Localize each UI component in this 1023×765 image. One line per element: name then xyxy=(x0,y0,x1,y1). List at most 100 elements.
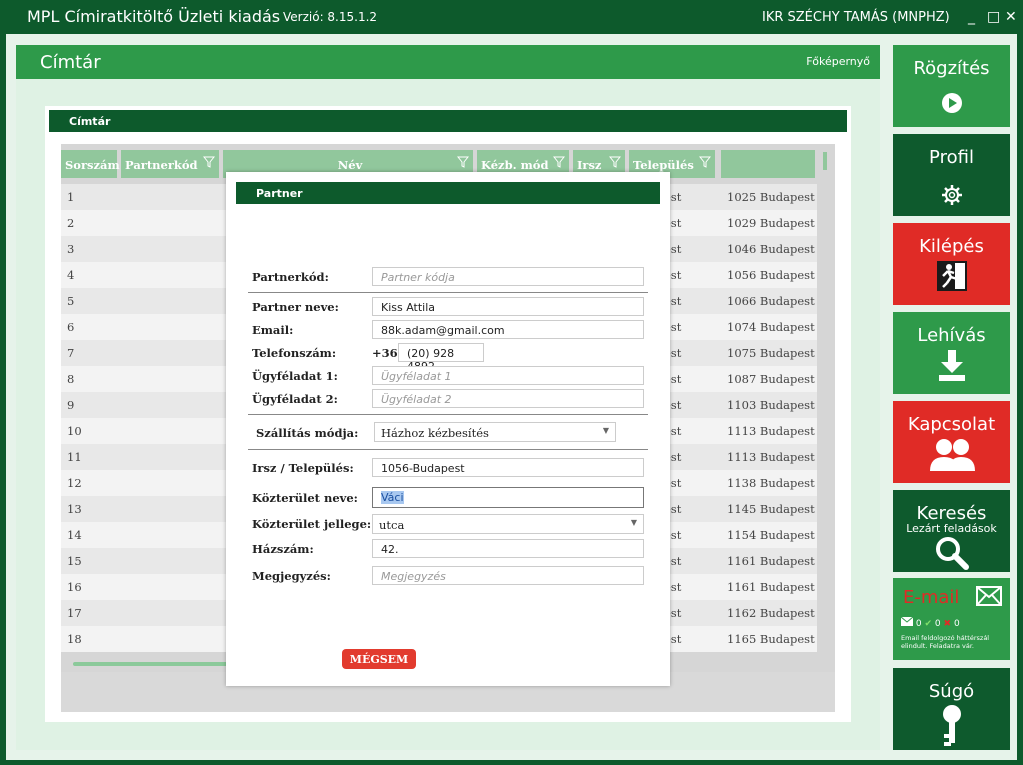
check-icon: ✔ xyxy=(924,619,933,629)
profil-label: Profil xyxy=(929,147,974,168)
row-number: 8 xyxy=(67,372,75,386)
kozterulet-neve-input[interactable]: Váci xyxy=(372,487,644,508)
kozterulet-neve-label: Közterület neve: xyxy=(252,491,358,505)
row-number: 18 xyxy=(67,632,82,646)
contacts-icon xyxy=(893,437,1010,477)
partnerkod-input[interactable]: Partner kódja xyxy=(372,267,644,286)
column-header-sorszam[interactable]: Sorszám xyxy=(61,150,120,178)
row-number: 10 xyxy=(67,424,82,438)
email-button[interactable]: E-mail 0 ✔ 0 ✖ 0 Email feldolgozó háttér… xyxy=(893,578,1010,660)
filter-icon[interactable] xyxy=(698,156,712,168)
chevron-down-icon: ▼ xyxy=(630,518,637,527)
hazszam-input[interactable]: 42. xyxy=(372,539,644,558)
szallitas-label: Szállítás módja: xyxy=(256,426,359,440)
row-address: 1074 Budapest E xyxy=(727,320,817,334)
ugyfeladat2-input[interactable]: Ügyféladat 2 xyxy=(372,389,644,408)
download-icon xyxy=(893,348,1010,386)
email-count-success: 0 xyxy=(934,619,941,629)
partnerkod-label: Partnerkód: xyxy=(252,270,329,284)
divider xyxy=(248,449,648,450)
rogzites-button[interactable]: Rögzítés xyxy=(893,45,1010,127)
row-address: 1046 Budapest 1: xyxy=(727,242,817,256)
row-address: 1138 Budapest L xyxy=(727,476,817,490)
megjegyzes-input[interactable]: Megjegyzés xyxy=(372,566,644,585)
row-address: 1161 Budapest N xyxy=(727,580,817,594)
filter-icon[interactable] xyxy=(552,156,566,168)
email-counts: 0 ✔ 0 ✖ 0 xyxy=(900,616,960,629)
kozterulet-jellege-label: Közterület jellege: xyxy=(252,517,372,531)
row-address: 1145 Budapest T xyxy=(727,502,817,516)
filter-icon[interactable] xyxy=(608,156,622,168)
email-count-waiting: 0 xyxy=(915,619,922,629)
ugyfeladat1-label: Ügyféladat 1: xyxy=(252,369,338,383)
column-header-partnerkod[interactable]: Partnerkód xyxy=(121,150,219,178)
sugo-button[interactable]: Súgó xyxy=(893,668,1010,750)
rogzites-label: Rögzítés xyxy=(913,58,990,79)
page-title: Címtár xyxy=(40,52,101,73)
sugo-label: Súgó xyxy=(928,681,975,702)
maximize-button[interactable]: □ xyxy=(987,9,1000,25)
profil-button[interactable]: Profil xyxy=(893,134,1010,216)
row-number: 3 xyxy=(67,242,75,256)
kereses-label: Keresés xyxy=(916,503,987,524)
close-window-button[interactable]: ✕ xyxy=(1005,9,1017,25)
user-label: IKR SZÉCHY TAMÁS (MNPHZ) xyxy=(762,10,950,25)
email-label: Email: xyxy=(252,323,294,337)
row-number: 16 xyxy=(67,580,82,594)
email-label: E-mail xyxy=(903,587,960,608)
ugyfeladat1-input[interactable]: Ügyféladat 1 xyxy=(372,366,644,385)
row-address: 1056 Budapest V xyxy=(727,268,817,282)
row-number: 11 xyxy=(67,450,82,464)
kapcsolat-label: Kapcsolat xyxy=(907,414,996,435)
row-address: 1113 Budapest B xyxy=(727,450,817,464)
minimize-button[interactable]: _ xyxy=(968,9,975,25)
szallitas-select[interactable]: Házhoz kézbesítés ▼ xyxy=(374,422,616,442)
ugyfeladat2-label: Ügyféladat 2: xyxy=(252,392,338,406)
row-number: 15 xyxy=(67,554,82,568)
lehivas-button[interactable]: Lehívás xyxy=(893,312,1010,394)
phone-input[interactable]: (20) 928 4892 xyxy=(398,343,484,373)
column-header-cim[interactable] xyxy=(721,150,815,178)
row-address: 1162 Budapest P xyxy=(727,606,817,620)
row-address: 1161 Budapest B xyxy=(727,554,817,568)
partner-neve-input[interactable]: Kiss Attila xyxy=(372,297,644,316)
vertical-scrollbar[interactable] xyxy=(823,152,827,170)
partner-neve-label: Partner neve: xyxy=(252,300,339,314)
row-number: 5 xyxy=(67,294,75,308)
row-number: 6 xyxy=(67,320,75,334)
row-address: 1165 Budapest B xyxy=(727,632,817,646)
gear-icon xyxy=(893,184,1010,210)
kozterulet-jellege-select[interactable]: utca ▼ xyxy=(372,514,644,534)
kilepes-button[interactable]: Kilépés xyxy=(893,223,1010,305)
filter-icon[interactable] xyxy=(456,156,470,168)
cancel-button[interactable]: MÉGSEM xyxy=(342,649,416,669)
row-number: 1 xyxy=(67,190,75,204)
row-address: 1029 Budapest S: xyxy=(727,216,817,230)
row-number: 2 xyxy=(67,216,75,230)
email-status-note: Email feldolgozó háttérszál elindult. Fe… xyxy=(901,634,990,650)
dialog-title: Partner xyxy=(236,182,660,204)
irsz-input[interactable]: 1056-Budapest xyxy=(372,458,644,477)
row-address: 1025 Budapest Z xyxy=(727,190,817,204)
row-number: 17 xyxy=(67,606,82,620)
help-icon xyxy=(893,704,1010,754)
megjegyzes-label: Megjegyzés: xyxy=(252,569,331,583)
home-link[interactable]: Főképernyő xyxy=(806,55,870,68)
title-bar: MPL Címiratkitöltő Üzleti kiadás Verzió:… xyxy=(0,0,1023,34)
row-number: 13 xyxy=(67,502,82,516)
kapcsolat-button[interactable]: Kapcsolat xyxy=(893,401,1010,483)
row-address: 1113 Budapest B xyxy=(727,424,817,438)
email-count-error: 0 xyxy=(953,619,960,629)
phone-prefix: +36 xyxy=(372,346,398,360)
mail-icon xyxy=(900,616,914,626)
row-number: 14 xyxy=(67,528,82,542)
partner-dialog: Partner Partnerkód: Partner kódja Partne… xyxy=(226,172,670,686)
email-input[interactable]: 88k.adam@gmail.com xyxy=(372,320,644,339)
filter-icon[interactable] xyxy=(202,156,216,168)
lehivas-label: Lehívás xyxy=(917,325,986,346)
row-address: 1066 Budapest T xyxy=(727,294,817,308)
chevron-down-icon: ▼ xyxy=(602,426,609,435)
divider xyxy=(248,414,648,415)
scrollbar-thumb[interactable] xyxy=(73,662,243,666)
kereses-button[interactable]: Keresés Lezárt feladások xyxy=(893,490,1010,572)
